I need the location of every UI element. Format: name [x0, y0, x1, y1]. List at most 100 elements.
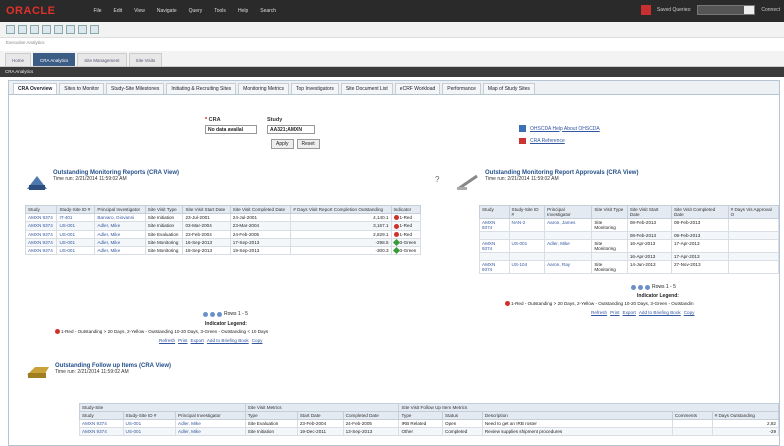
- cell-study[interactable]: AMXN 9374: [24, 229, 58, 239]
- alert-icon[interactable]: [640, 5, 651, 15]
- cell-investigator[interactable]: Adler, Mike: [94, 221, 146, 231]
- col-indicator[interactable]: Indicator: [390, 205, 421, 214]
- subtab-monitoring-metrics[interactable]: Monitoring Metrics: [238, 83, 290, 94]
- cell-site-id[interactable]: US-001: [56, 246, 96, 256]
- open-icon[interactable]: [18, 25, 27, 34]
- cell-study[interactable]: AMXN 9374: [24, 212, 58, 223]
- col-site-id[interactable]: Study-Site ID #: [122, 411, 177, 420]
- col-investigator[interactable]: Principal Investigator: [175, 411, 246, 420]
- cell-study[interactable]: AMXN 9374: [479, 239, 510, 253]
- next-page-icon[interactable]: [645, 284, 650, 290]
- col-days-outstanding[interactable]: # Days Visit Report Completion Outstandi…: [290, 205, 392, 214]
- col-item-type[interactable]: Type: [398, 411, 444, 420]
- briefing-book-link[interactable]: Add to Briefing Book: [207, 338, 249, 343]
- cra-select[interactable]: No data availal: [205, 125, 257, 134]
- col-completed-date[interactable]: Completed Date: [342, 411, 400, 420]
- col-days-approval[interactable]: # Days Vis Approval O: [727, 205, 780, 219]
- menu-view[interactable]: View: [134, 8, 145, 14]
- print-link[interactable]: Print: [178, 338, 187, 343]
- help-question-icon[interactable]: ?: [435, 175, 439, 184]
- print-link[interactable]: Print: [610, 310, 619, 315]
- menu-tools[interactable]: Tools: [214, 8, 226, 14]
- subtab-sites-to-monitor[interactable]: Sites to Monitor: [59, 83, 105, 94]
- menu-query[interactable]: Query: [189, 8, 203, 14]
- menu-navigate[interactable]: Navigate: [157, 8, 177, 14]
- refresh-icon[interactable]: [66, 25, 75, 34]
- cell-study[interactable]: AMXN 9374: [479, 260, 510, 274]
- cell-study[interactable]: AMXN 9374: [479, 218, 510, 232]
- apply-button[interactable]: Apply: [271, 139, 294, 149]
- cell-investigator[interactable]: Adler, Mike: [94, 237, 146, 248]
- tab-home[interactable]: Home: [5, 53, 32, 66]
- briefing-book-link[interactable]: Add to Briefing Book: [639, 310, 681, 315]
- col-start-date[interactable]: Site Visit Start Date: [626, 205, 672, 219]
- col-study[interactable]: Study: [479, 205, 510, 219]
- refresh-link[interactable]: Refresh: [159, 338, 175, 343]
- col-visit-type[interactable]: Site Visit Type: [591, 205, 628, 219]
- col-visit-type[interactable]: Site Visit Type: [144, 205, 184, 214]
- cell-investigator[interactable]: Adler, Mike: [94, 229, 146, 239]
- subtab-site-document-list[interactable]: Site Document List: [340, 83, 393, 94]
- col-description[interactable]: Description: [481, 411, 673, 420]
- menu-file[interactable]: File: [93, 8, 101, 14]
- copy-link[interactable]: Copy: [684, 310, 695, 315]
- reset-button[interactable]: Reset: [296, 139, 320, 149]
- settings-icon[interactable]: [90, 25, 99, 34]
- save-icon[interactable]: [30, 25, 39, 34]
- subtab-cra-overview[interactable]: CRA Overview: [13, 83, 58, 94]
- copy-link[interactable]: Copy: [252, 338, 263, 343]
- menu-search[interactable]: Search: [260, 8, 276, 14]
- cell-site-id[interactable]: US-001: [56, 229, 96, 239]
- cell-site-id[interactable]: US-001: [508, 239, 546, 253]
- col-start-date[interactable]: Site Visit Start Date: [182, 205, 231, 214]
- cell-site-id[interactable]: US-001: [122, 419, 177, 428]
- col-start-date[interactable]: Start Date: [296, 411, 344, 420]
- cell-site-id[interactable]: US-001: [56, 237, 96, 248]
- study-select[interactable]: AA321;AMXN: [267, 125, 315, 134]
- col-investigator[interactable]: Principal Investigator: [94, 205, 146, 214]
- subtab-study-site-milestones[interactable]: Study-Site Milestones: [106, 83, 165, 94]
- cell-site-id[interactable]: NAN-2: [508, 218, 546, 232]
- next-page-icon[interactable]: [217, 311, 222, 317]
- print-icon[interactable]: [42, 25, 51, 34]
- subtab-initiating-recruiting[interactable]: Initiating & Recruiting Sites: [166, 83, 237, 94]
- tab-cra-analytics[interactable]: CRA Analytics: [33, 53, 76, 66]
- saved-queries-select[interactable]: [697, 5, 756, 15]
- col-status[interactable]: Status: [442, 411, 483, 420]
- col-study[interactable]: Study: [79, 411, 124, 420]
- tab-site-management[interactable]: Site Management: [77, 53, 127, 66]
- help-link[interactable]: OHSCDA Help About OHSCDA: [530, 126, 600, 132]
- cell-investigator[interactable]: Adler, Mike: [175, 419, 246, 428]
- refresh-link[interactable]: Refresh: [591, 310, 607, 315]
- col-days-outstanding[interactable]: # Days Outstanding: [711, 411, 780, 420]
- cell-study[interactable]: AMXN 9374: [79, 419, 124, 428]
- cell-study[interactable]: AMXN 9374: [24, 221, 58, 231]
- reference-link[interactable]: CRA Reference: [530, 138, 565, 144]
- menu-edit[interactable]: Edit: [114, 8, 123, 14]
- cell-site-id[interactable]: US-001: [56, 221, 96, 231]
- col-completed-date[interactable]: Site Visit Completed Date: [670, 205, 729, 219]
- subtab-performance[interactable]: Performance: [442, 83, 481, 94]
- cell-study[interactable]: AMXN 9374: [79, 427, 124, 436]
- col-site-id[interactable]: Study-Site ID #: [508, 205, 546, 219]
- cell-site-id[interactable]: IT-401: [56, 212, 96, 223]
- prev-page-icon[interactable]: [638, 284, 643, 290]
- col-comments[interactable]: Comments: [671, 411, 713, 420]
- cell-investigator[interactable]: Adler, Mike: [544, 239, 593, 253]
- copy-icon[interactable]: [54, 25, 63, 34]
- cell-study[interactable]: AMXN 9374: [24, 237, 58, 248]
- prev-page-icon[interactable]: [210, 311, 215, 317]
- col-completed-date[interactable]: Site Visit Completed Date: [229, 205, 292, 214]
- tab-site-visits[interactable]: Site Visits: [128, 53, 163, 66]
- connect-link[interactable]: Connect: [761, 7, 780, 13]
- col-study[interactable]: Study: [24, 205, 58, 214]
- new-icon[interactable]: [6, 25, 15, 34]
- help-icon[interactable]: [78, 25, 87, 34]
- cell-study[interactable]: AMXN 9374: [24, 246, 58, 256]
- col-investigator[interactable]: Principal Investigator: [544, 205, 593, 219]
- export-link[interactable]: Export: [191, 338, 204, 343]
- subtab-map-study-sites[interactable]: Map of Study Sites: [482, 83, 535, 94]
- cell-site-id[interactable]: US-104: [508, 260, 546, 274]
- first-page-icon[interactable]: [203, 311, 208, 317]
- cell-investigator[interactable]: Adler, Mike: [175, 427, 246, 436]
